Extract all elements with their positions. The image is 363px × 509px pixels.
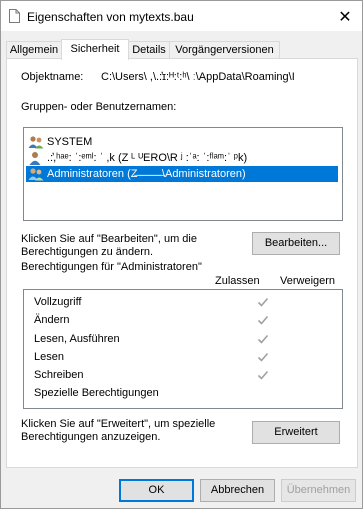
tab-allgemein[interactable]: Allgemein <box>6 41 62 59</box>
permissions-for-label: Berechtigungen für "Administratoren" <box>21 261 202 273</box>
edit-hint: Klicken Sie auf "Bearbeiten", um die Ber… <box>21 233 197 258</box>
object-name-value: C:\Users\ ,\.:̓ɪ:ᴴ:ᵗ:ʰ\ ː\AppData\Roamin… <box>101 71 295 83</box>
object-name-label: Objektname: <box>21 71 84 83</box>
tab-sicherheit[interactable]: Sicherheit <box>61 39 129 60</box>
permission-row: Lesen, Ausführen <box>34 333 120 345</box>
list-item[interactable]: Administratoren (Z̶ ̶ ̶ ̶ ̶ ̶ ̶ ̶ ̶\Admi… <box>26 166 338 182</box>
user-icon <box>28 151 44 165</box>
title-bar[interactable]: Eigenschaften von mytexts.bau ✕ <box>1 1 362 31</box>
window-title: Eigenschaften von mytexts.bau <box>27 10 194 24</box>
apply-button[interactable]: Übernehmen <box>281 479 356 502</box>
allow-check-icon <box>257 296 269 308</box>
tab-details[interactable]: Details <box>127 41 171 59</box>
allow-check-icon <box>257 333 269 345</box>
permission-row: Spezielle Berechtigungen <box>34 387 159 399</box>
groups-label: Gruppen- oder Benutzernamen: <box>21 101 177 113</box>
document-icon <box>9 9 20 23</box>
list-item[interactable]: SYSTEM <box>26 134 338 150</box>
permission-row: Schreiben <box>34 369 84 381</box>
permission-row: Ändern <box>34 314 70 326</box>
advanced-hint: Klicken Sie auf "Erweitert", um speziell… <box>21 418 216 443</box>
edit-button[interactable]: Bearbeiten... <box>252 232 340 255</box>
deny-column-header: Verweigern <box>280 275 336 287</box>
permissions-list: Vollzugriff Ändern Lesen, Ausführen Lese… <box>23 289 343 409</box>
close-icon[interactable]: ✕ <box>327 2 363 31</box>
allow-check-icon <box>257 369 269 381</box>
list-item[interactable]: .:̓,ʰᵃᵉ: ˈ:ᵉᵐˡ: ˈ ,k (Z ᴸ ᵁERO\R ʲ :ˈᵃ: … <box>26 150 338 166</box>
allow-column-header: Zulassen <box>215 275 260 287</box>
tab-vorgaengerversionen[interactable]: Vorgängerversionen <box>169 41 280 59</box>
users-group-icon <box>28 135 44 149</box>
user-name: SYSTEM <box>47 136 93 148</box>
users-listbox[interactable]: SYSTEM .:̓,ʰᵃᵉ: ˈ:ᵉᵐˡ: ˈ ,k (Z ᴸ ᵁERO\R … <box>23 127 343 221</box>
user-name: .:̓,ʰᵃᵉ: ˈ:ᵉᵐˡ: ˈ ,k (Z ᴸ ᵁERO\R ʲ :ˈᵃ: … <box>47 152 248 164</box>
permission-row: Vollzugriff <box>34 296 82 308</box>
allow-check-icon <box>257 314 269 326</box>
ok-button[interactable]: OK <box>119 479 194 502</box>
cancel-button[interactable]: Abbrechen <box>200 479 275 502</box>
users-group-icon <box>28 167 44 181</box>
permission-row: Lesen <box>34 351 64 363</box>
allow-check-icon <box>257 351 269 363</box>
advanced-button[interactable]: Erweitert <box>252 421 340 444</box>
user-name: Administratoren (Z̶ ̶ ̶ ̶ ̶ ̶ ̶ ̶ ̶\Admi… <box>47 168 246 180</box>
